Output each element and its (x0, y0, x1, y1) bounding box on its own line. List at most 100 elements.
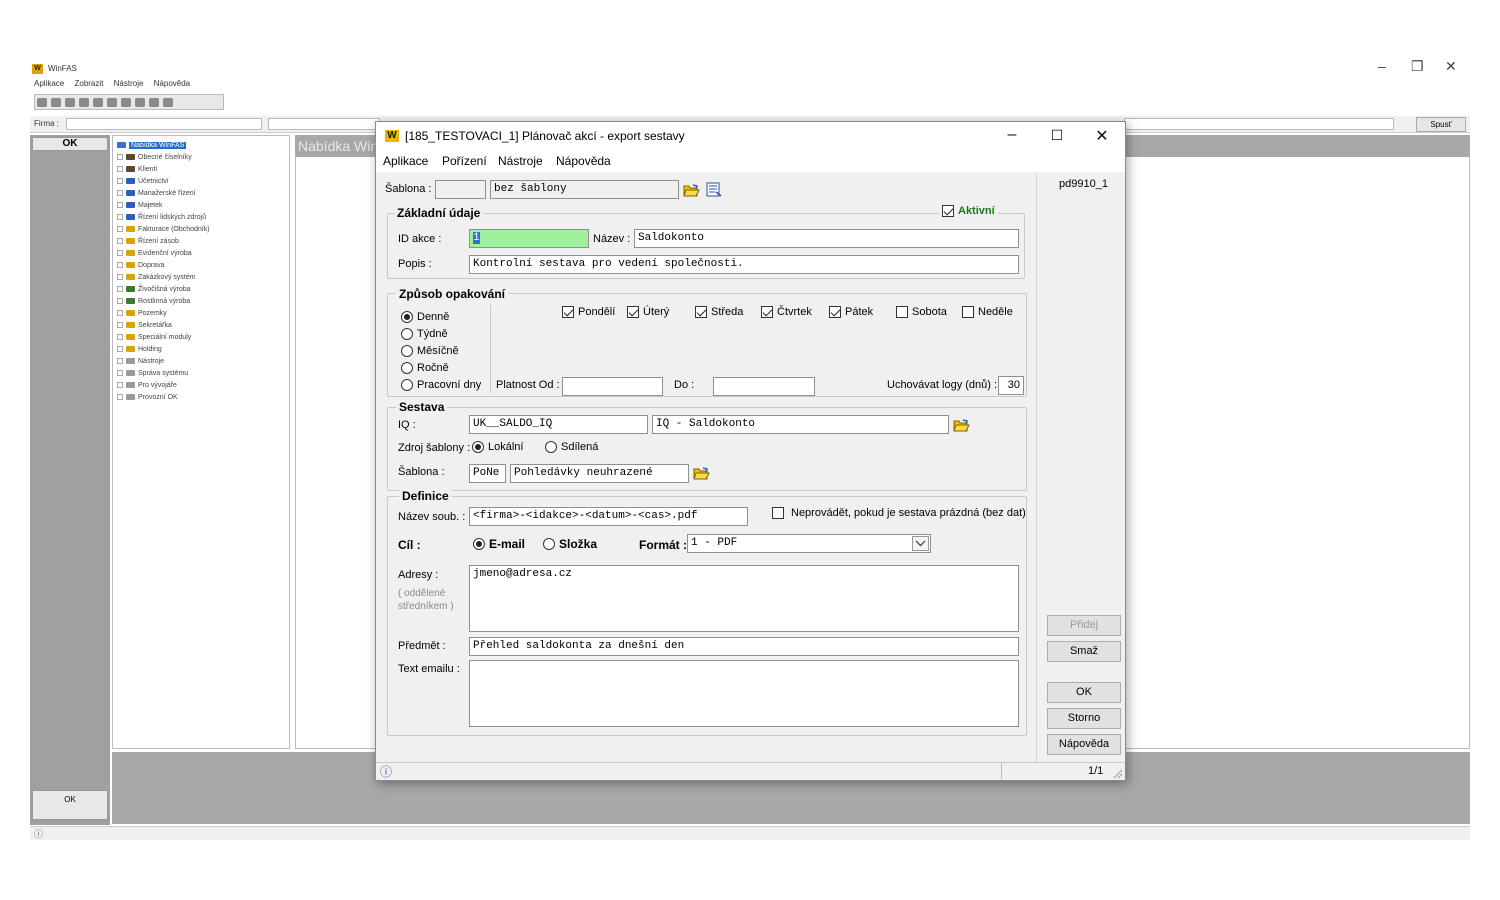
template-list-icon[interactable] (706, 182, 722, 197)
tree-item[interactable]: Klienti (113, 163, 289, 175)
nazev-field[interactable]: Saldokonto (634, 229, 1019, 248)
ok-button-bottom[interactable]: OK (32, 790, 108, 820)
minimize-icon[interactable]: – (1378, 58, 1386, 74)
popis-field[interactable]: Kontrolní sestava pro vedení společnosti… (469, 255, 1019, 274)
expand-icon[interactable] (117, 178, 123, 184)
tree-item[interactable]: Účetnictví (113, 175, 289, 187)
expand-icon[interactable] (117, 370, 123, 376)
firma-name-input[interactable] (268, 118, 380, 130)
day-nedele[interactable]: Neděle (962, 306, 1013, 318)
ok-button[interactable]: OK (1047, 682, 1121, 703)
ok-button-top[interactable]: OK (32, 137, 108, 151)
iq-code-field[interactable]: UK__SALDO_IQ (469, 415, 648, 434)
open-folder-icon[interactable] (953, 418, 970, 432)
format-select[interactable]: 1 - PDF (687, 534, 931, 553)
tree-item[interactable]: Obecné číselníky (113, 151, 289, 163)
maximize-icon[interactable]: ☐ (1042, 127, 1072, 144)
tree-root[interactable]: Nabídka WinFAS (113, 139, 289, 151)
cil-email[interactable]: E-mail (473, 537, 525, 551)
zdroj-lokalni[interactable]: Lokální (472, 441, 523, 453)
expand-icon[interactable] (117, 202, 123, 208)
tree-item[interactable]: Manažerské řízení (113, 187, 289, 199)
napoveda-button[interactable]: Nápověda (1047, 734, 1121, 755)
storno-button[interactable]: Storno (1047, 708, 1121, 729)
help-icon[interactable] (163, 98, 173, 107)
tree-item[interactable]: Evidenční výroba (113, 247, 289, 259)
tree-item[interactable]: Správa systému (113, 367, 289, 379)
resize-grip-icon[interactable] (1112, 768, 1123, 779)
tree-item[interactable]: Speciální moduly (113, 331, 289, 343)
tree-item[interactable]: Zakázkový systém (113, 271, 289, 283)
toolbar-icon[interactable] (149, 98, 159, 107)
menu-napoveda[interactable]: Nápověda (556, 154, 611, 168)
expand-icon[interactable] (117, 382, 123, 388)
toolbar-icon[interactable] (93, 98, 103, 107)
expand-icon[interactable] (117, 346, 123, 352)
iq-name-field[interactable]: IQ - Saldokonto (652, 415, 949, 434)
day-utery[interactable]: Úterý (627, 306, 669, 318)
do-field[interactable] (713, 377, 815, 396)
logy-field[interactable]: 30 (998, 376, 1024, 395)
back-icon[interactable] (79, 98, 89, 107)
menu-nastroje[interactable]: Nástroje (114, 79, 144, 88)
toolbar-icon[interactable] (51, 98, 61, 107)
adresy-textarea[interactable]: jmeno@adresa.cz (469, 565, 1019, 632)
predmet-field[interactable]: Přehled saldokonta za dnešní den (469, 637, 1019, 656)
open-folder-icon[interactable] (693, 466, 710, 480)
tree-item[interactable]: Řízení lidských zdrojů (113, 211, 289, 223)
tree-item[interactable]: Řízení zásob (113, 235, 289, 247)
open-folder-icon[interactable] (683, 183, 700, 197)
smaz-button[interactable]: Smaž (1047, 641, 1121, 662)
expand-icon[interactable] (117, 394, 123, 400)
expand-icon[interactable] (117, 190, 123, 196)
expand-icon[interactable] (117, 238, 123, 244)
tree-item[interactable]: Majetek (113, 199, 289, 211)
tree-item[interactable]: Pro vývojáře (113, 379, 289, 391)
menu-zobrazit[interactable]: Zobrazit (74, 79, 103, 88)
toolbar-icon[interactable] (135, 98, 145, 107)
tree-item[interactable]: Holding (113, 343, 289, 355)
mode-denne[interactable]: Denně (401, 308, 481, 325)
sestava-sablona-code-field[interactable]: PoNe (469, 464, 506, 483)
day-patek[interactable]: Pátek (829, 306, 873, 318)
mode-rocne[interactable]: Ročně (401, 359, 481, 376)
expand-icon[interactable] (117, 322, 123, 328)
close-icon[interactable]: ✕ (1087, 126, 1117, 146)
expand-icon[interactable] (117, 274, 123, 280)
toolbar-icon[interactable] (65, 98, 75, 107)
spust-button[interactable]: Spusť (1416, 117, 1466, 132)
text-emailu-textarea[interactable] (469, 660, 1019, 727)
close-icon[interactable]: ✕ (1445, 58, 1457, 75)
chevron-down-icon[interactable] (912, 536, 929, 551)
sestava-sablona-name-field[interactable]: Pohledávky neuhrazené (510, 464, 689, 483)
pridej-button[interactable]: Přidej (1047, 615, 1121, 636)
day-pondeli[interactable]: Pondělí (562, 306, 615, 318)
expand-icon[interactable] (117, 286, 123, 292)
expand-icon[interactable] (117, 226, 123, 232)
nazev-soub-field[interactable]: <firma>-<idakce>-<datum>-<cas>.pdf (469, 507, 748, 526)
menu-porizeni[interactable]: Pořízení (442, 154, 487, 168)
menu-nastroje[interactable]: Nástroje (498, 154, 543, 168)
id-akce-field[interactable]: 1 (469, 229, 589, 248)
expand-icon[interactable] (117, 214, 123, 220)
tree-item[interactable]: Rostlinná výroba (113, 295, 289, 307)
expand-icon[interactable] (117, 262, 123, 268)
refresh-icon[interactable] (107, 98, 117, 107)
mode-tydne[interactable]: Týdně (401, 325, 481, 342)
mode-pracovni-dny[interactable]: Pracovní dny (401, 376, 481, 393)
expand-icon[interactable] (117, 250, 123, 256)
toolbar-icon[interactable] (37, 98, 47, 107)
tree-item[interactable]: Fakturace (Obchodník) (113, 223, 289, 235)
expand-icon[interactable] (117, 358, 123, 364)
filter-icon[interactable] (121, 98, 131, 107)
expand-icon[interactable] (117, 154, 123, 160)
tree-item[interactable]: Sekretářka (113, 319, 289, 331)
tree-item[interactable]: Nástroje (113, 355, 289, 367)
sablona-name-field[interactable]: bez šablony (490, 180, 679, 199)
expand-icon[interactable] (117, 310, 123, 316)
expand-icon[interactable] (117, 334, 123, 340)
aktivni-checkbox[interactable]: Aktivní (939, 205, 998, 217)
neprovadet-checkbox[interactable]: Neprovádět, pokud je sestava prázdná (be… (772, 507, 1026, 519)
sablona-code-field[interactable] (435, 180, 486, 199)
tree-item[interactable]: Pozemky (113, 307, 289, 319)
